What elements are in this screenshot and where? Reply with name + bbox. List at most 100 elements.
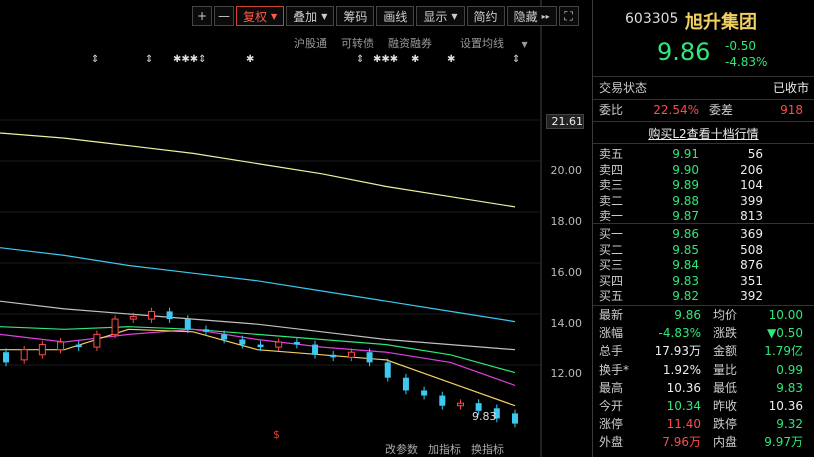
event-flag-icon[interactable]: ⇕ bbox=[356, 54, 364, 65]
change-percent: -4.83% bbox=[725, 55, 768, 69]
hgt-link[interactable]: 沪股通 bbox=[294, 35, 327, 51]
ask-level-row[interactable]: 卖五 9.91 56 bbox=[599, 146, 809, 163]
level-label: 买三 bbox=[599, 258, 624, 272]
display-label: 显示 bbox=[423, 9, 448, 24]
level-price: 9.85 bbox=[672, 242, 699, 257]
candle-body[interactable] bbox=[439, 395, 446, 406]
l2-purchase-link[interactable]: 购买L2查看十档行情 bbox=[593, 125, 814, 142]
level-volume: 206 bbox=[740, 162, 763, 177]
dollar-marker-icon[interactable]: $ bbox=[273, 428, 280, 441]
hide-button[interactable]: 隐藏 ▸▸ bbox=[506, 6, 557, 26]
candle-body[interactable] bbox=[111, 318, 119, 335]
stat-label: 今开 bbox=[599, 399, 624, 413]
bid-level-row[interactable]: 买三 9.84 876 bbox=[599, 257, 809, 274]
candle-body[interactable] bbox=[38, 344, 46, 356]
stat-label: 均价 bbox=[713, 308, 738, 322]
ma-line bbox=[0, 328, 516, 386]
last-price: 9.86 bbox=[657, 38, 711, 66]
convertible-bond-link[interactable]: 可转债 bbox=[341, 35, 374, 51]
y-axis-label: 12.00 bbox=[550, 367, 583, 380]
margin-trading-link[interactable]: 融资融券 bbox=[388, 35, 432, 51]
candle-body[interactable] bbox=[129, 316, 137, 320]
candle-body[interactable] bbox=[202, 329, 209, 332]
ma-line bbox=[0, 132, 516, 208]
candle-body[interactable] bbox=[166, 311, 173, 320]
simple-mode-button[interactable]: 简约 bbox=[466, 6, 505, 26]
ask-level-row[interactable]: 卖三 9.89 104 bbox=[599, 177, 809, 194]
event-flag-icon[interactable]: ✱ bbox=[246, 54, 254, 65]
low-price-tag: 9.83 bbox=[472, 410, 497, 423]
event-flag-icon[interactable]: ✱✱✱⇕ bbox=[173, 54, 207, 65]
ma-settings-link[interactable]: 设置均线 ▼ bbox=[446, 35, 528, 51]
quote-panel: 603305 旭升集团 9.86 -0.50 -4.83% 交易状态 已收市 委比… bbox=[593, 0, 814, 457]
zoom-out-button[interactable]: — bbox=[214, 6, 234, 26]
bid-level-row[interactable]: 买五 9.82 392 bbox=[599, 288, 809, 305]
stat-value: 0.99 bbox=[776, 362, 803, 377]
candle-body[interactable] bbox=[347, 351, 355, 358]
fuquan-button[interactable]: 复权 ▼ bbox=[236, 6, 285, 26]
stat-row: 总手 17.93万 金额 1.79亿 bbox=[599, 343, 809, 360]
ask-level-row[interactable]: 卖二 9.88 399 bbox=[599, 193, 809, 210]
stat-value: ▼0.50 bbox=[767, 326, 803, 341]
stat-label: 昨收 bbox=[713, 399, 738, 413]
event-flag-icon[interactable]: ⇕ bbox=[512, 54, 520, 65]
bid-level-row[interactable]: 买一 9.86 369 bbox=[599, 226, 809, 243]
candle-body[interactable] bbox=[312, 344, 319, 355]
stat-value: 9.97万 bbox=[764, 435, 803, 450]
candle-body[interactable] bbox=[93, 333, 101, 348]
level-price: 9.88 bbox=[672, 193, 699, 208]
chips-button[interactable]: 筹码 bbox=[336, 6, 375, 26]
event-flag-icon[interactable]: ✱✱✱ bbox=[373, 54, 398, 65]
candle-body[interactable] bbox=[57, 341, 65, 351]
candle-body[interactable] bbox=[293, 342, 300, 345]
stat-value: 9.86 bbox=[674, 308, 701, 322]
stat-value: 7.96万 bbox=[662, 435, 701, 450]
level-price: 9.89 bbox=[672, 178, 699, 192]
stat-label: 外盘 bbox=[599, 435, 624, 450]
event-flag-icon[interactable]: ✱ bbox=[411, 54, 419, 65]
event-flag-icon[interactable]: ⇕ bbox=[91, 54, 99, 65]
event-flag-icon[interactable]: ✱ bbox=[447, 54, 455, 65]
kline-chart[interactable]: + — 复权 ▼ 叠加 ▼ 筹码 画线 显示 ▼ 简约 隐藏 ▸▸ ⛶ 沪股通 可转债 … bbox=[0, 0, 592, 457]
stat-value: 9.32 bbox=[776, 417, 803, 432]
stock-name: 旭升集团 bbox=[685, 12, 757, 33]
bid-level-row[interactable]: 买二 9.85 508 bbox=[599, 242, 809, 259]
zoom-in-button[interactable]: + bbox=[192, 6, 212, 26]
candle-body[interactable] bbox=[275, 341, 283, 348]
switch-indicator-button[interactable]: 换指标 bbox=[471, 441, 504, 457]
candle-body[interactable] bbox=[221, 334, 228, 340]
change-params-button[interactable]: 改参数 bbox=[385, 441, 418, 457]
candle-body[interactable] bbox=[184, 319, 191, 330]
stat-label: 涨幅 bbox=[599, 326, 624, 341]
ask-level-row[interactable]: 卖四 9.90 206 bbox=[599, 162, 809, 179]
stat-label: 量比 bbox=[713, 362, 738, 377]
candle-body[interactable] bbox=[421, 390, 428, 396]
overlay-button[interactable]: 叠加 ▼ bbox=[286, 6, 335, 26]
candle-body[interactable] bbox=[512, 413, 518, 424]
candle-body[interactable] bbox=[3, 352, 9, 363]
chevron-down-icon: ▼ bbox=[271, 11, 278, 21]
divider bbox=[593, 305, 814, 306]
level-volume: 104 bbox=[740, 178, 763, 192]
display-button[interactable]: 显示 ▼ bbox=[416, 6, 465, 26]
add-indicator-button[interactable]: 加指标 bbox=[428, 441, 461, 457]
overlay-label: 叠加 bbox=[293, 9, 318, 24]
candle-body[interactable] bbox=[366, 352, 373, 363]
candle-body[interactable] bbox=[257, 344, 264, 348]
candle-body[interactable] bbox=[384, 362, 391, 378]
candle-body[interactable] bbox=[20, 349, 28, 361]
fullscreen-button[interactable]: ⛶ bbox=[558, 6, 579, 26]
candle-body[interactable] bbox=[75, 344, 82, 348]
event-flag-icon[interactable]: ⇕ bbox=[145, 54, 153, 65]
candle-body[interactable] bbox=[330, 354, 337, 358]
candle-body[interactable] bbox=[239, 339, 246, 345]
hide-label: 隐藏 bbox=[513, 9, 538, 24]
candle-body[interactable] bbox=[456, 402, 464, 407]
candle-body[interactable] bbox=[402, 377, 409, 391]
stat-label: 涨跌 bbox=[713, 326, 738, 341]
candle-body[interactable] bbox=[147, 310, 155, 320]
stat-label: 换手* bbox=[599, 362, 630, 377]
level-label: 卖二 bbox=[599, 193, 624, 208]
draw-line-button[interactable]: 画线 bbox=[376, 6, 415, 26]
bid-level-row[interactable]: 买四 9.83 351 bbox=[599, 273, 809, 290]
